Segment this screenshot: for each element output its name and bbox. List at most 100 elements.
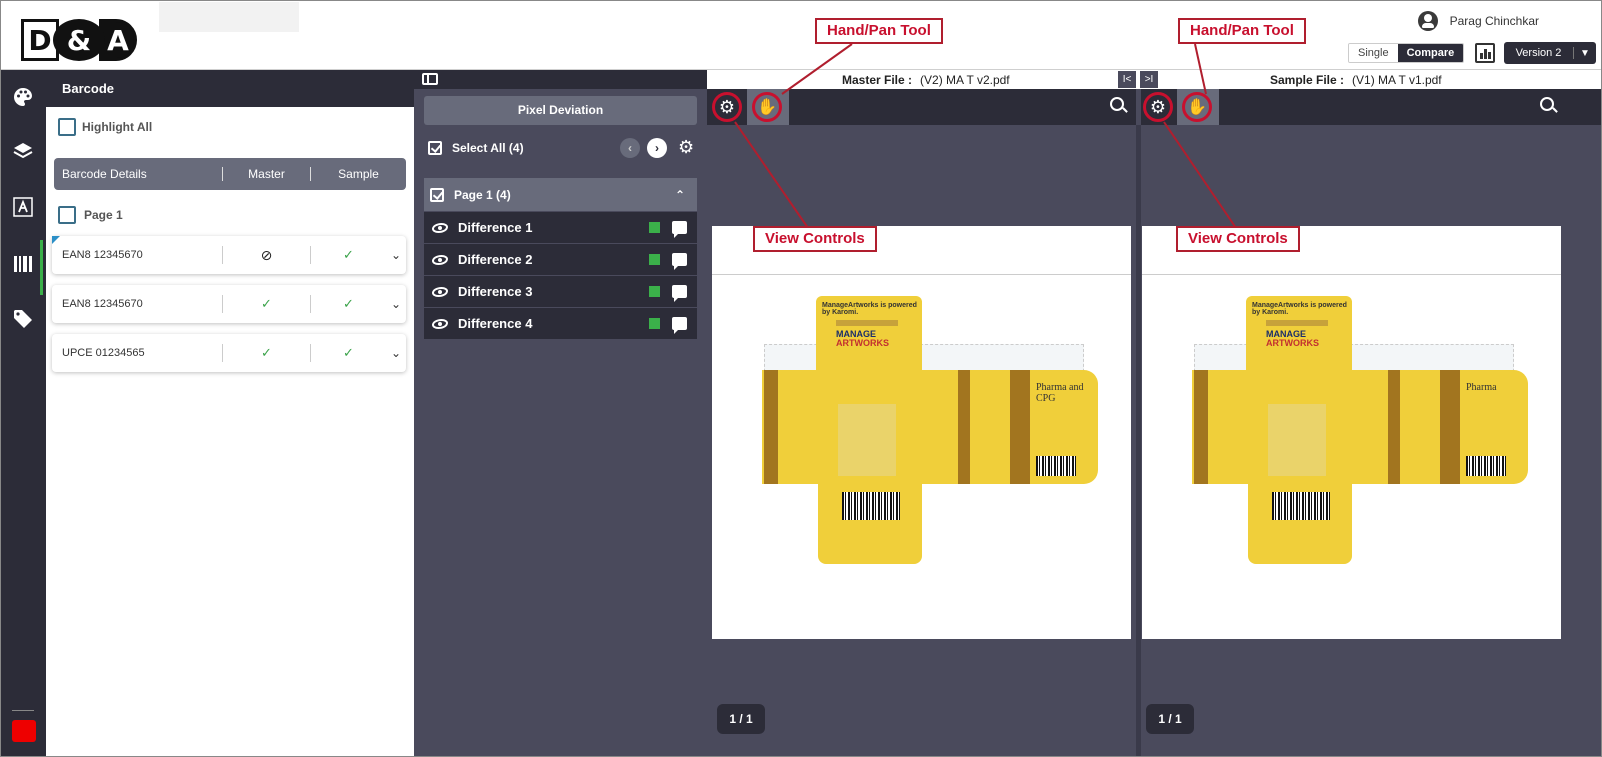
hand-tool-button[interactable]: ✋	[747, 89, 789, 125]
hand-icon: ✋	[1182, 92, 1212, 122]
search-icon[interactable]	[1110, 97, 1124, 111]
page-checkbox[interactable]	[58, 206, 76, 224]
hand-tool-button[interactable]: ✋	[1177, 89, 1219, 125]
artwork-band	[1266, 320, 1328, 326]
column-header-sample: Sample	[310, 167, 406, 181]
user-name: Parag Chinchkar	[1449, 14, 1539, 28]
sample-page-canvas[interactable]: ManageArtworks is powered by Karomi. MAN…	[1142, 226, 1561, 639]
chevron-down-icon[interactable]: ⌄	[386, 297, 406, 311]
logo-ampersand: &	[53, 19, 105, 61]
difference-label: Difference 2	[458, 252, 533, 267]
table-row[interactable]: EAN8 12345670 ✓ ✓ ⌄	[52, 285, 406, 323]
tag-icon[interactable]	[12, 308, 34, 330]
app-header: D & A Parag Chinchkar Single Compare Ver…	[0, 0, 1602, 70]
view-mode-toggle: Single Compare	[1348, 43, 1465, 63]
sample-toolbar: ⚙ ✋	[1141, 89, 1602, 125]
select-all[interactable]: Select All (4)	[428, 141, 524, 155]
viewer-divider	[1136, 125, 1141, 757]
artwork-band	[764, 370, 778, 484]
search-icon[interactable]	[1540, 97, 1554, 111]
list-item[interactable]: Difference 1	[424, 211, 697, 243]
select-all-checkbox[interactable]	[428, 141, 442, 155]
view-controls-gear-icon[interactable]: ⚙	[1143, 92, 1173, 122]
master-toolbar: ⚙ ✋	[707, 89, 1136, 125]
palette-icon[interactable]	[12, 86, 34, 108]
artwork-band	[1194, 370, 1208, 484]
rail-divider	[12, 710, 34, 711]
powered-text: ManageArtworks is powered by Karomi.	[1252, 302, 1347, 316]
blocked-icon: ⊘	[222, 246, 310, 264]
user-menu[interactable]: Parag Chinchkar	[1417, 11, 1539, 31]
difference-label: Difference 3	[458, 284, 533, 299]
header-strip	[159, 2, 299, 32]
sample-file-title: Sample File : (V1) MA T v1.pdf	[1270, 73, 1442, 87]
master-page-indicator: 1 / 1	[717, 704, 765, 734]
eye-icon[interactable]	[432, 318, 448, 329]
gear-icon[interactable]: ⚙	[678, 138, 696, 156]
view-controls-gear-icon[interactable]: ⚙	[712, 92, 742, 122]
artwork-side-text: Pharma and CPG	[1036, 382, 1084, 404]
version-dropdown[interactable]: Version 2 ▼	[1504, 42, 1596, 64]
report-chart-icon[interactable]	[1475, 43, 1495, 63]
sample-file-label: Sample File :	[1270, 73, 1345, 87]
artwork-barcode	[1036, 456, 1076, 476]
column-header-details: Barcode Details	[62, 167, 147, 181]
table-row[interactable]: EAN8 12345670 ⊘ ✓ ⌄	[52, 236, 406, 274]
sample-artwork: ManageArtworks is powered by Karomi. MAN…	[1188, 296, 1528, 564]
page-group[interactable]: Page 1	[58, 206, 123, 224]
chevron-up-icon[interactable]: ⌃	[675, 188, 685, 202]
chevron-down-icon[interactable]: ⌄	[386, 346, 406, 360]
highlight-all-checkbox[interactable]	[58, 118, 76, 136]
master-page-canvas[interactable]: ManageArtworks is powered by Karomi. MAN…	[712, 226, 1131, 639]
list-item[interactable]: Difference 2	[424, 243, 697, 275]
barcode-icon[interactable]	[12, 253, 34, 275]
check-circle-icon: ✓	[222, 295, 310, 313]
last-page-icon[interactable]: >I	[1140, 71, 1158, 88]
sidebar-toggle-icon[interactable]	[422, 73, 438, 85]
status-indicator[interactable]	[12, 720, 36, 742]
chevron-down-icon[interactable]: ⌄	[386, 248, 406, 262]
check-circle-icon: ✓	[310, 295, 386, 313]
page-guide-line	[712, 274, 1131, 275]
artwork-band	[1440, 370, 1460, 484]
eye-icon[interactable]	[432, 286, 448, 297]
barcode-name: UPCE 01234565	[62, 347, 145, 359]
next-difference-icon[interactable]: ›	[647, 138, 667, 158]
hand-tool-callout: Hand/Pan Tool	[1178, 18, 1306, 44]
eye-icon[interactable]	[432, 222, 448, 233]
view-controls-callout: View Controls	[1176, 226, 1300, 252]
previous-difference-icon[interactable]: ‹	[620, 138, 640, 158]
eye-icon[interactable]	[432, 254, 448, 265]
pixel-deviation-button[interactable]: Pixel Deviation	[424, 96, 697, 125]
list-item[interactable]: Difference 3	[424, 275, 697, 307]
comment-icon[interactable]	[672, 317, 687, 334]
check-circle-icon: ✓	[222, 344, 310, 362]
difference-panel: Pixel Deviation Select All (4) ‹ › ⚙ Pag…	[414, 70, 707, 757]
difference-color-marker	[649, 286, 660, 297]
master-artwork: ManageArtworks is powered by Karomi. MAN…	[758, 296, 1098, 564]
comment-icon[interactable]	[672, 253, 687, 270]
compare-view-button[interactable]: Compare	[1397, 44, 1464, 62]
page-group-label: Page 1	[84, 208, 123, 222]
panel-highlight	[1268, 404, 1326, 476]
difference-color-marker	[649, 222, 660, 233]
page-guide-line	[1142, 274, 1561, 275]
page-group-header[interactable]: Page 1 (4) ⌃	[424, 178, 697, 211]
comment-icon[interactable]	[672, 221, 687, 238]
first-page-icon[interactable]: I<	[1118, 71, 1136, 88]
page-checkbox[interactable]	[430, 187, 444, 202]
artwork-brand-bottom: ARTWORKS	[1266, 338, 1319, 348]
sample-file-name: (V1) MA T v1.pdf	[1352, 73, 1442, 87]
app-logo[interactable]: D & A	[21, 19, 149, 61]
master-file-title: Master File : (V2) MA T v2.pdf	[842, 73, 1010, 87]
highlight-all-toggle[interactable]: Highlight All	[58, 118, 152, 136]
table-row[interactable]: UPCE 01234565 ✓ ✓ ⌄	[52, 334, 406, 372]
view-controls-callout: View Controls	[753, 226, 877, 252]
list-item[interactable]: Difference 4	[424, 307, 697, 339]
comment-icon[interactable]	[672, 285, 687, 302]
single-view-button[interactable]: Single	[1349, 44, 1398, 62]
master-file-label: Master File :	[842, 73, 913, 87]
panel-highlight	[838, 404, 896, 476]
text-icon[interactable]	[12, 196, 34, 218]
layers-icon[interactable]	[12, 140, 34, 162]
